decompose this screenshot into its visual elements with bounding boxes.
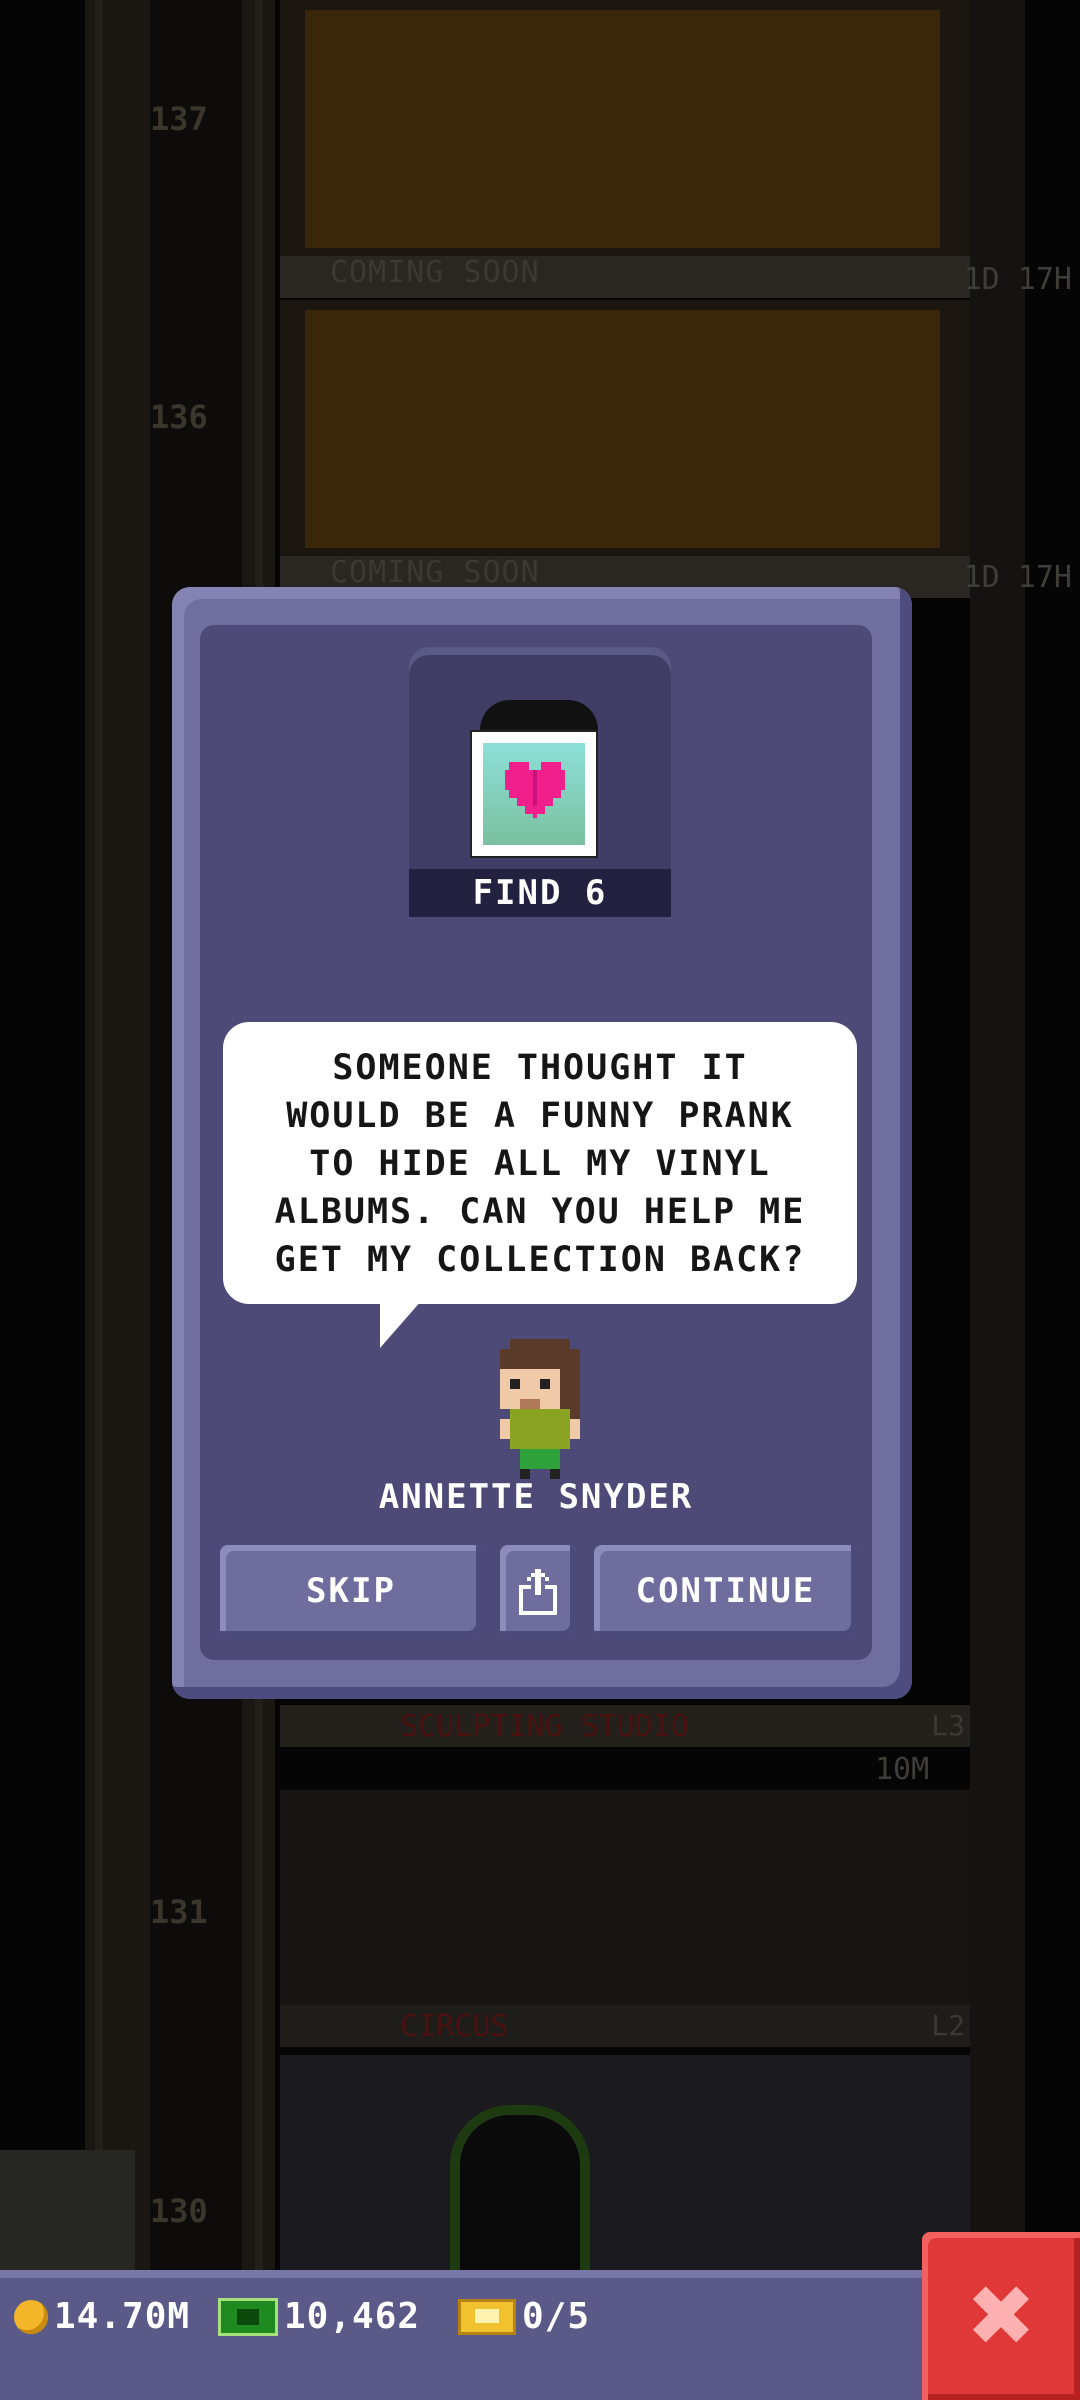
coins-value: 14.70M bbox=[54, 2296, 191, 2337]
floor-coming-soon: COMING SOON bbox=[280, 300, 970, 598]
speech-bubble: SOMEONE THOUGHT IT WOULD BE A FUNNY PRAN… bbox=[223, 1022, 857, 1304]
circus-room bbox=[280, 2055, 970, 2280]
bux-counter[interactable]: 10,462 bbox=[218, 2296, 420, 2337]
frame-hanger bbox=[480, 700, 598, 730]
coin-icon bbox=[14, 2299, 48, 2334]
close-button[interactable]: ✖ bbox=[922, 2232, 1080, 2400]
floor-number: 137 bbox=[150, 100, 208, 138]
mission-message: SOMEONE THOUGHT IT WOULD BE A FUNNY PRAN… bbox=[274, 1048, 806, 1280]
floor-coming-soon: COMING SOON bbox=[280, 0, 970, 298]
find-count-label: FIND 6 bbox=[472, 873, 608, 913]
floor-number: 136 bbox=[150, 398, 208, 436]
speech-bubble-tail bbox=[380, 1300, 422, 1348]
sculpting-studio-room bbox=[280, 1790, 970, 2005]
floor-title: COMING SOON bbox=[330, 255, 540, 290]
heart-icon bbox=[505, 762, 565, 818]
floor-timer: 10M bbox=[875, 1752, 930, 1787]
floor-level: L3 bbox=[931, 1709, 965, 1742]
golden-ticket-icon bbox=[458, 2298, 516, 2335]
shaft-rail bbox=[95, 0, 103, 2270]
skip-button[interactable]: SKIP bbox=[220, 1545, 482, 1637]
floor-bar: COMING SOON bbox=[280, 255, 970, 298]
floor-number: 130 bbox=[150, 2192, 208, 2230]
construction-block bbox=[305, 310, 940, 548]
close-icon: ✖ bbox=[965, 2267, 1037, 2365]
find-count-bar: FIND 6 bbox=[409, 869, 671, 917]
npc-name: ANNETTE SNYDER bbox=[378, 1477, 694, 1517]
tickets-value: 0/5 bbox=[522, 2296, 591, 2337]
continue-button[interactable]: CONTINUE bbox=[594, 1545, 857, 1637]
circus-arch bbox=[450, 2105, 590, 2280]
coins-counter[interactable]: 14.70M bbox=[14, 2296, 190, 2337]
floor-title: COMING SOON bbox=[330, 555, 540, 590]
floor-title: CIRCUS bbox=[400, 2009, 509, 2044]
share-icon bbox=[519, 1569, 557, 1615]
floor-number: 131 bbox=[150, 1893, 208, 1931]
npc-avatar bbox=[500, 1339, 580, 1479]
bux-value: 10,462 bbox=[284, 2296, 421, 2337]
bux-icon bbox=[218, 2297, 278, 2336]
floor-title: SCULPTING STUDIO bbox=[400, 1709, 689, 1744]
tower-right-wall bbox=[970, 0, 1025, 2270]
construction-block bbox=[305, 10, 940, 248]
floor-timer: 1D 17H bbox=[963, 560, 1072, 595]
floor-timer: 1D 17H bbox=[963, 262, 1072, 297]
elevator-car[interactable] bbox=[0, 2150, 135, 2270]
sculpting-studio-bar: SCULPTING STUDIO L3 bbox=[280, 1705, 970, 1747]
tickets-counter[interactable]: 0/5 bbox=[458, 2296, 590, 2337]
vinyl-album-heart-icon bbox=[470, 730, 598, 858]
circus-bar: CIRCUS L2 bbox=[280, 2005, 970, 2047]
floor-level: L2 bbox=[931, 2009, 965, 2042]
share-button[interactable] bbox=[500, 1545, 576, 1637]
